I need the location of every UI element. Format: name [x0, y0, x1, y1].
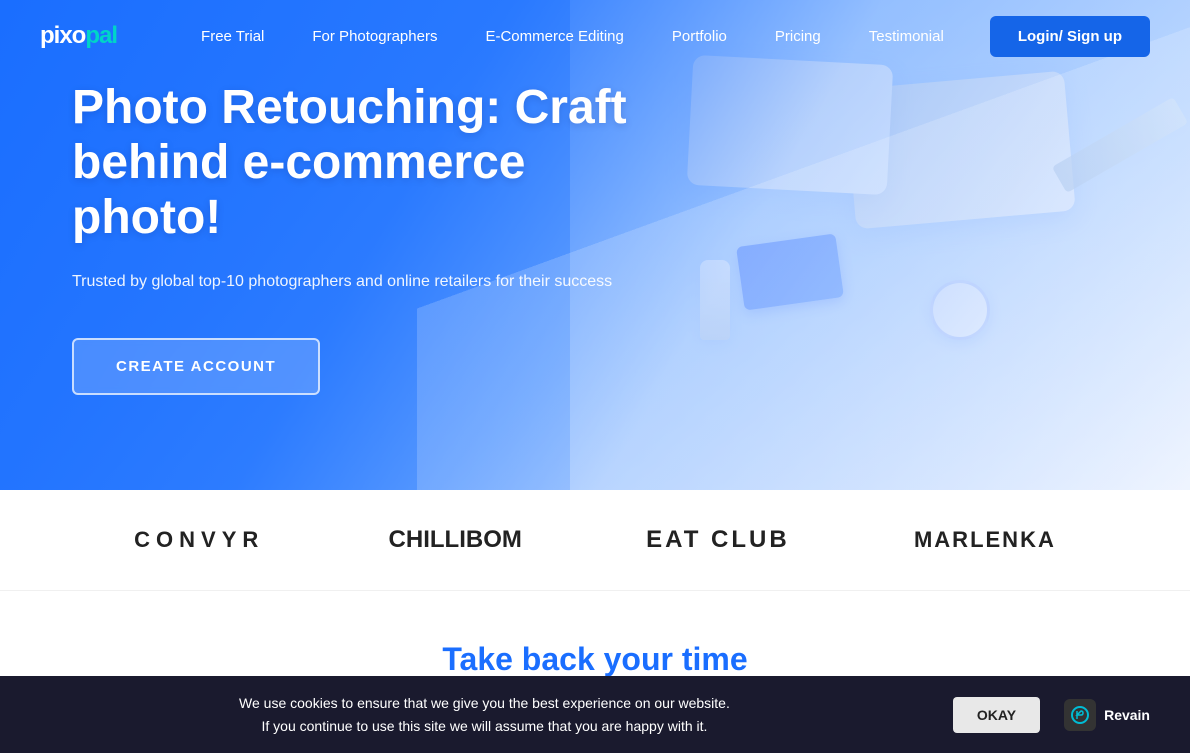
create-account-button[interactable]: CREATE ACCOUNT	[72, 338, 320, 395]
product-bottle	[700, 260, 730, 340]
brand-marlenka: MARLENKA	[914, 527, 1056, 553]
cookie-line1: We use cookies to ensure that we give yo…	[40, 692, 929, 714]
product-scissors	[1052, 97, 1188, 193]
brand-chillibom: ChilliBOM	[389, 526, 522, 554]
brand-eatclub: EAT CLUB	[646, 526, 790, 554]
hero-section: Photo Retouching: Craft behind e-commerc…	[0, 0, 1190, 490]
product-shoe-2	[687, 55, 894, 195]
login-signup-button[interactable]: Login/ Sign up	[990, 16, 1150, 57]
hero-products-decoration	[570, 0, 1190, 490]
cookie-text: We use cookies to ensure that we give yo…	[40, 692, 929, 737]
product-shoe-1	[844, 71, 1075, 230]
cookie-banner: We use cookies to ensure that we give yo…	[0, 676, 1190, 753]
nav-link-free-trial[interactable]: Free Trial	[177, 0, 288, 72]
takeback-title: Take back your time	[72, 641, 1118, 678]
revain-label: Revain	[1104, 707, 1150, 723]
logo-text-part1: pixo	[40, 22, 85, 49]
nav-link-pricing[interactable]: Pricing	[751, 0, 845, 72]
product-card	[736, 233, 844, 310]
nav-link-portfolio[interactable]: Portfolio	[648, 0, 751, 72]
logo-text-part2: pal	[85, 22, 117, 49]
logo[interactable]: pixopal	[40, 22, 117, 50]
hero-subtitle: Trusted by global top-10 photographers a…	[72, 270, 632, 294]
revain-badge: Revain	[1064, 699, 1150, 731]
brand-convyr: CONVYR	[134, 527, 264, 553]
hero-content: Photo Retouching: Craft behind e-commerc…	[72, 60, 632, 395]
hero-title: Photo Retouching: Craft behind e-commerc…	[72, 80, 632, 246]
nav-link-photographers[interactable]: For Photographers	[288, 0, 461, 72]
brands-strip: CONVYR ChilliBOM EAT CLUB MARLENKA	[0, 490, 1190, 591]
nav-link-testimonial[interactable]: Testimonial	[845, 0, 968, 72]
revain-icon	[1064, 699, 1096, 731]
cookie-line2: If you continue to use this site we will…	[40, 715, 929, 737]
navbar: pixopal Free Trial For Photographers E-C…	[0, 0, 1190, 72]
nav-link-ecommerce[interactable]: E-Commerce Editing	[461, 0, 647, 72]
product-watch	[930, 280, 990, 340]
cookie-okay-button[interactable]: OKAY	[953, 697, 1040, 733]
nav-links: Free Trial For Photographers E-Commerce …	[177, 0, 990, 72]
